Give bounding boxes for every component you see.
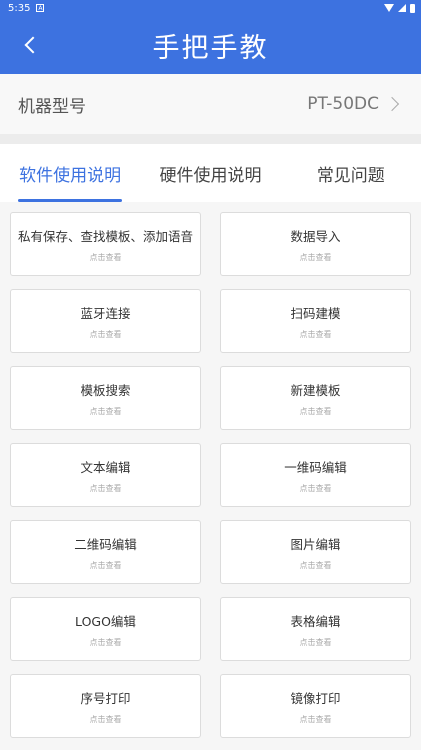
card-subtitle: 点击查看 (89, 406, 122, 416)
card-subtitle: 点击查看 (299, 483, 332, 493)
card-title: LOGO编辑 (75, 613, 136, 629)
tutorial-card[interactable]: 文本编辑 点击查看 (10, 443, 201, 507)
card-subtitle: 点击查看 (89, 637, 122, 647)
card-subtitle: 点击查看 (89, 483, 122, 493)
notification-icon: A (36, 4, 45, 12)
tutorial-card[interactable]: 扫码建模 点击查看 (220, 289, 411, 353)
tab-hardware-guide[interactable]: 硬件使用说明 (140, 144, 280, 202)
tab-label: 常见问题 (316, 165, 385, 186)
tutorial-card[interactable]: 模板搜索 点击查看 (10, 366, 201, 430)
card-title: 二维码编辑 (74, 536, 137, 552)
tutorial-card[interactable]: 私有保存、查找模板、添加语音 点击查看 (10, 212, 201, 276)
card-subtitle: 点击查看 (89, 560, 122, 570)
card-subtitle: 点击查看 (89, 714, 122, 724)
page-title: 手把手教 (152, 32, 269, 64)
tutorial-card[interactable]: LOGO编辑 点击查看 (10, 597, 201, 661)
card-subtitle: 点击查看 (299, 560, 332, 570)
status-bar: 5:35 A (0, 0, 421, 16)
card-title: 新建模板 (290, 382, 341, 398)
status-icons (384, 3, 415, 13)
card-title: 模板搜索 (80, 382, 131, 398)
tab-faq[interactable]: 常见问题 (281, 144, 421, 202)
card-subtitle: 点击查看 (299, 252, 332, 262)
tutorial-card[interactable]: 数据导入 点击查看 (220, 212, 411, 276)
tutorial-card[interactable]: 蓝牙连接 点击查看 (10, 289, 201, 353)
tab-label: 硬件使用说明 (159, 165, 262, 186)
chevron-left-icon (24, 36, 42, 54)
card-title: 镜像打印 (290, 690, 341, 706)
card-title: 图片编辑 (290, 536, 341, 552)
tab-label: 软件使用说明 (19, 165, 122, 186)
card-subtitle: 点击查看 (299, 329, 332, 339)
tutorial-card[interactable]: 一维码编辑 点击查看 (220, 443, 411, 507)
card-title: 扫码建模 (290, 305, 341, 321)
card-title: 私有保存、查找模板、添加语音 (17, 228, 193, 244)
tutorial-card[interactable]: 表格编辑 点击查看 (220, 597, 411, 661)
section-divider (0, 134, 421, 144)
back-button[interactable] (10, 16, 50, 74)
card-title: 文本编辑 (80, 459, 131, 475)
signal-icon (398, 4, 406, 12)
card-subtitle: 点击查看 (299, 637, 332, 647)
wifi-icon (384, 4, 394, 12)
card-title: 蓝牙连接 (80, 305, 131, 321)
card-subtitle: 点击查看 (299, 714, 332, 724)
tab-bar: 软件使用说明 硬件使用说明 常见问题 (0, 144, 421, 202)
status-time: 5:35 (8, 2, 31, 14)
tutorial-card[interactable]: 二维码编辑 点击查看 (10, 520, 201, 584)
machine-model-label: 机器型号 (18, 96, 86, 117)
battery-icon (410, 3, 415, 13)
card-title: 一维码编辑 (284, 459, 347, 475)
tutorial-card[interactable]: 图片编辑 点击查看 (220, 520, 411, 584)
card-title: 数据导入 (290, 228, 341, 244)
machine-model-row[interactable]: 机器型号 PT-50DC (0, 74, 421, 134)
tutorial-card[interactable]: 镜像打印 点击查看 (220, 674, 411, 738)
machine-model-value: PT-50DC (307, 94, 379, 114)
tutorial-grid: 私有保存、查找模板、添加语音 点击查看 数据导入 点击查看 蓝牙连接 点击查看 … (0, 202, 421, 750)
card-title: 序号打印 (80, 690, 131, 706)
chevron-right-icon (384, 96, 400, 112)
tutorial-card[interactable]: 序号打印 点击查看 (10, 674, 201, 738)
card-subtitle: 点击查看 (89, 252, 122, 262)
card-subtitle: 点击查看 (89, 329, 122, 339)
tutorial-card[interactable]: 新建模板 点击查看 (220, 366, 411, 430)
tab-software-guide[interactable]: 软件使用说明 (0, 144, 140, 202)
card-subtitle: 点击查看 (299, 406, 332, 416)
card-title: 表格编辑 (290, 613, 341, 629)
app-header: 手把手教 (0, 16, 421, 74)
